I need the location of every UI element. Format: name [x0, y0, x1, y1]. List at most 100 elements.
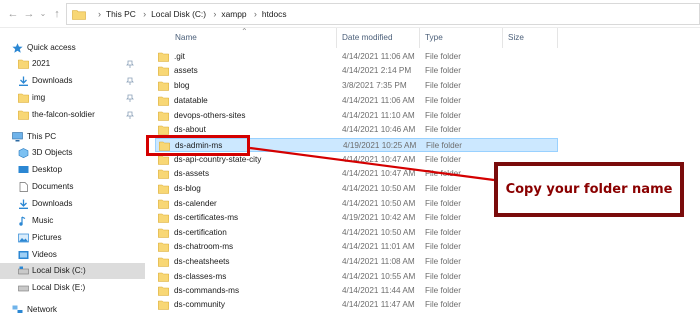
nav-label: 3D Objects	[32, 148, 73, 157]
nav-documents[interactable]: Documents	[0, 179, 145, 195]
navigation-pane: Quick access 2021 Downloads img the-falc…	[0, 36, 145, 313]
file-row[interactable]: blog 3/8/2021 7:35 PM File folder	[155, 79, 558, 93]
nav-label: Local Disk (E:)	[32, 283, 86, 292]
pin-icon[interactable]	[126, 111, 134, 119]
file-name: ds-cheatsheets	[174, 257, 230, 266]
folder-icon	[158, 96, 169, 106]
folder-icon	[158, 199, 169, 209]
file-name: assets	[174, 66, 198, 75]
back-arrow-icon[interactable]: ←	[6, 7, 20, 21]
file-row[interactable]: .git 4/14/2021 11:06 AM File folder	[155, 50, 558, 64]
folder-icon	[158, 125, 169, 135]
breadcrumb-htdocs[interactable]: htdocs	[262, 9, 287, 19]
nav-label: Network	[27, 305, 58, 313]
nav-label: Local Disk (C:)	[32, 266, 86, 275]
nav-pinned-the-falcon-soldier[interactable]: the-falcon-soldier	[0, 107, 145, 123]
address-bar[interactable]: › This PC › Local Disk (C:) › xampp › htdocs	[66, 3, 700, 25]
file-row[interactable]: ds-certification 4/14/2021 10:50 AM File…	[155, 226, 558, 240]
folder-icon	[158, 257, 169, 267]
file-row[interactable]: datatable 4/14/2021 11:06 AM File folder	[155, 94, 558, 108]
file-type: File folder	[425, 96, 461, 105]
file-name: ds-chatroom-ms	[174, 242, 234, 251]
file-date: 4/14/2021 2:14 PM	[342, 66, 412, 75]
folder-icon	[158, 242, 169, 252]
nav-label: Desktop	[32, 165, 63, 174]
file-row[interactable]: ds-commands-ms 4/14/2021 11:44 AM File f…	[155, 284, 558, 298]
network-icon	[12, 305, 23, 313]
recent-locations-chevron-icon[interactable]: ⌄	[36, 7, 50, 21]
file-date: 4/19/2021 10:25 AM	[343, 141, 417, 150]
column-header-date-modified[interactable]: Date modified	[337, 28, 420, 48]
file-date: 4/14/2021 11:10 AM	[342, 111, 415, 120]
file-name: devops-others-sites	[174, 111, 246, 120]
pin-icon[interactable]	[126, 60, 134, 68]
nav-label: This PC	[27, 132, 57, 141]
file-type: File folder	[425, 286, 461, 295]
file-name: ds-certificates-ms	[174, 213, 239, 222]
file-name: ds-certification	[174, 228, 227, 237]
file-row[interactable]: ds-cheatsheets 4/14/2021 11:08 AM File f…	[155, 255, 558, 269]
file-name: ds-calender	[174, 199, 217, 208]
file-type: File folder	[425, 111, 461, 120]
film-icon	[18, 251, 29, 259]
nav-network[interactable]: Network	[0, 302, 145, 313]
chevron-right-icon[interactable]: ›	[249, 9, 262, 19]
picture-icon	[18, 233, 29, 243]
file-type: File folder	[425, 199, 461, 208]
file-type: File folder	[425, 228, 461, 237]
column-header-size[interactable]: Size	[503, 28, 558, 48]
column-header-size-label: Size	[508, 33, 524, 42]
folder-icon	[158, 52, 169, 62]
download-arrow-icon	[19, 199, 28, 209]
breadcrumb-local-disk-c[interactable]: Local Disk (C:)	[151, 9, 206, 19]
folder-icon	[18, 93, 29, 103]
pin-icon[interactable]	[126, 94, 134, 102]
breadcrumb-this-pc[interactable]: This PC	[106, 9, 136, 19]
nav-desktop[interactable]: Desktop	[0, 162, 145, 178]
file-type: File folder	[425, 242, 461, 251]
nav-quick-access[interactable]: Quick access	[0, 40, 145, 56]
nav-local-disk-c[interactable]: Local Disk (C:)	[0, 263, 145, 279]
nav-this-pc[interactable]: This PC	[0, 129, 145, 145]
address-toolbar: ← → ⌄ ↑ › This PC › Local Disk (C:) › xampp…	[0, 0, 700, 28]
file-date: 4/14/2021 11:08 AM	[342, 257, 415, 266]
folder-icon	[18, 110, 29, 120]
chevron-right-icon[interactable]: ›	[138, 9, 151, 19]
nav-pinned-downloads[interactable]: Downloads	[0, 73, 145, 89]
folder-icon	[158, 66, 169, 76]
nav-3d-objects[interactable]: 3D Objects	[0, 145, 145, 161]
nav-pinned-img[interactable]: img	[0, 90, 145, 106]
file-row[interactable]: ds-classes-ms 4/14/2021 10:55 AM File fo…	[155, 270, 558, 284]
column-header-type[interactable]: Type	[420, 28, 503, 48]
nav-pinned-2021[interactable]: 2021	[0, 56, 145, 72]
column-header-name[interactable]: Name	[170, 28, 337, 48]
file-date: 4/14/2021 10:55 AM	[342, 272, 416, 281]
file-name: ds-commands-ms	[174, 286, 240, 295]
nav-label: Videos	[32, 250, 57, 259]
nav-videos[interactable]: Videos	[0, 247, 145, 263]
nav-pictures[interactable]: Pictures	[0, 230, 145, 246]
nav-label: Quick access	[27, 43, 76, 52]
folder-icon	[18, 59, 29, 69]
file-row[interactable]: ds-community 4/14/2021 11:47 AM File fol…	[155, 298, 558, 312]
file-row[interactable]: ds-chatroom-ms 4/14/2021 11:01 AM File f…	[155, 240, 558, 254]
file-row[interactable]: devops-others-sites 4/14/2021 11:10 AM F…	[155, 109, 558, 123]
nav-label: Downloads	[32, 76, 73, 85]
file-type: File folder	[425, 184, 461, 193]
file-row[interactable]: assets 4/14/2021 2:14 PM File folder	[155, 64, 558, 78]
nav-label: Downloads	[32, 199, 73, 208]
nav-music[interactable]: Music	[0, 213, 145, 229]
breadcrumb-xampp[interactable]: xampp	[221, 9, 246, 19]
download-arrow-icon	[19, 76, 28, 86]
file-type: File folder	[425, 272, 461, 281]
pin-icon[interactable]	[126, 77, 134, 85]
folder-icon	[158, 155, 169, 165]
chevron-right-icon[interactable]: ›	[208, 9, 221, 19]
nav-downloads[interactable]: Downloads	[0, 196, 145, 212]
forward-arrow-icon[interactable]: →	[22, 7, 36, 21]
star-icon	[12, 43, 23, 53]
up-arrow-icon[interactable]: ↑	[50, 7, 64, 21]
nav-local-disk-e[interactable]: Local Disk (E:)	[0, 280, 145, 296]
desktop-icon	[18, 166, 29, 173]
callout-text: Copy your folder name	[505, 182, 673, 197]
